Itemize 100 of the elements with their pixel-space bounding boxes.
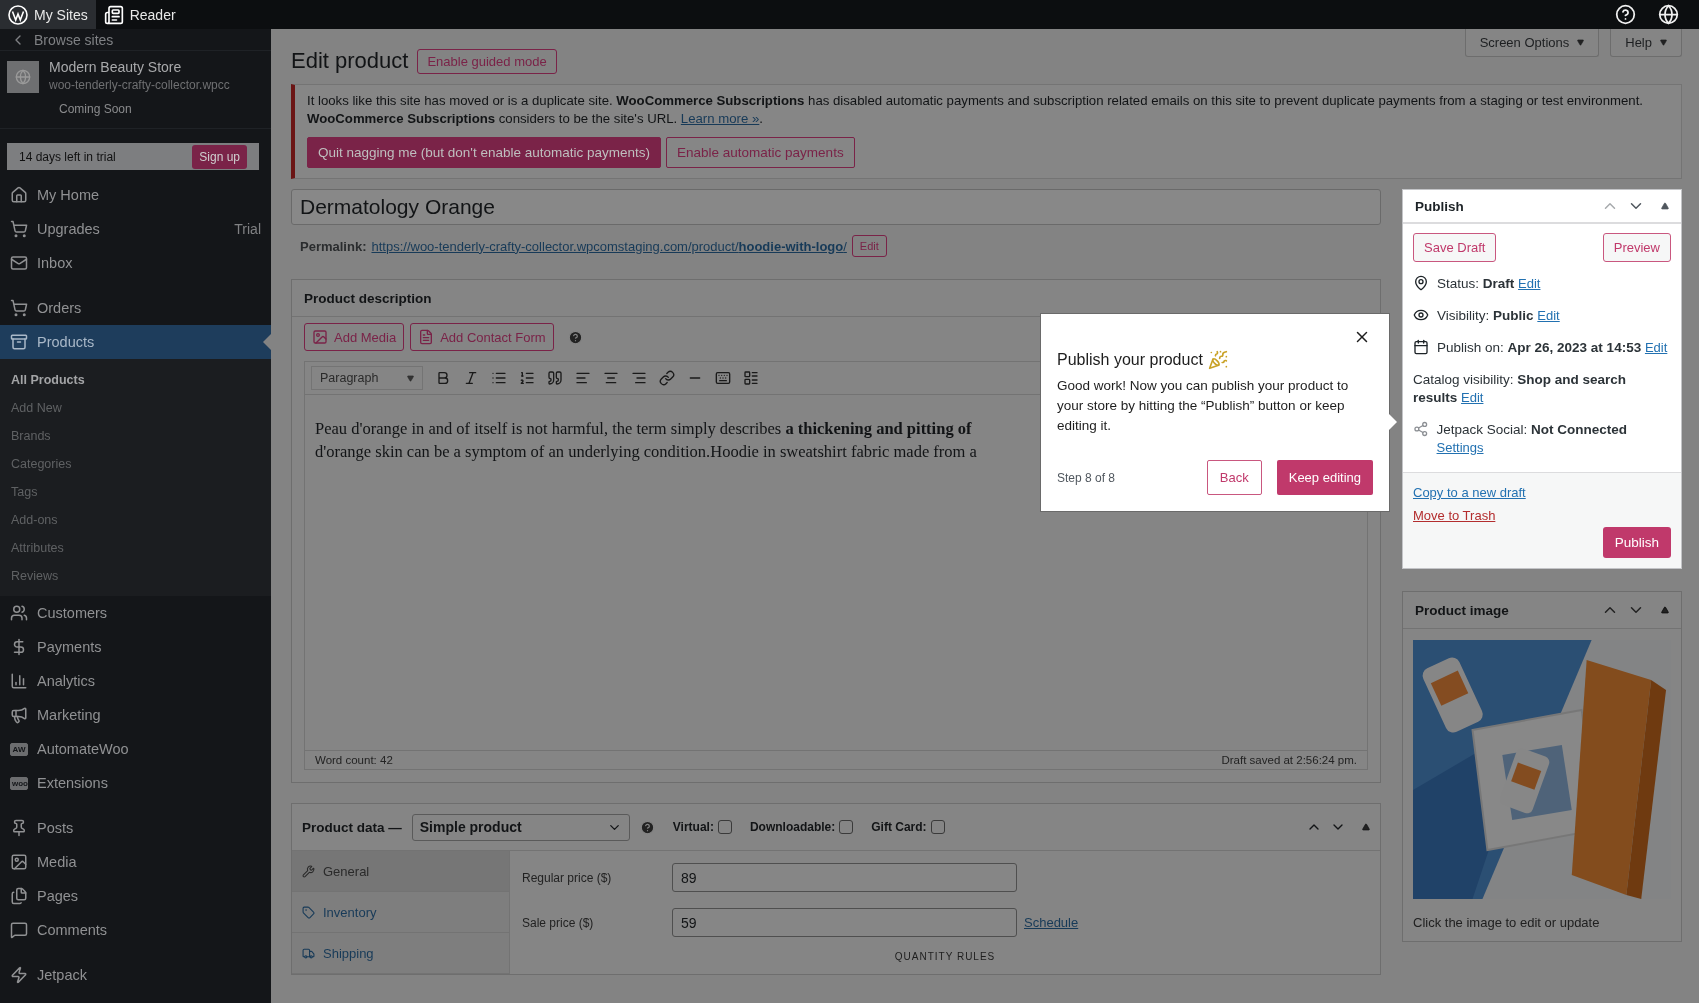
sign-up-button[interactable]: Sign up [192, 144, 247, 169]
menu-item[interactable]: AW AutomateWoo [0, 732, 271, 766]
submenu-item[interactable]: Reviews [0, 562, 271, 590]
submenu-item[interactable]: Add-ons [0, 506, 271, 534]
notice-button[interactable]: Enable automatic payments [666, 137, 855, 168]
wrench-icon [302, 864, 315, 878]
checkbox-label[interactable]: Downloadable: [749, 820, 854, 834]
edit-link[interactable]: Edit [1644, 340, 1668, 355]
submenu-item[interactable]: Add New [0, 394, 271, 422]
edit-link[interactable]: Settings [1436, 440, 1484, 455]
bold-icon[interactable] [435, 370, 451, 386]
product-title-field[interactable]: Dermatology Orange [291, 189, 1381, 225]
field-label: Regular price ($) [522, 870, 613, 885]
product-data-tab[interactable]: General [292, 851, 509, 892]
keep-editing-button[interactable]: Keep editing [1276, 460, 1373, 495]
edit-link[interactable]: Edit [1518, 276, 1541, 291]
menu-item[interactable]: Posts [0, 811, 271, 845]
submenu-item[interactable]: Categories [0, 450, 271, 478]
menu-item[interactable]: Jetpack [0, 958, 271, 992]
learn-more-link[interactable]: Learn more » [680, 111, 760, 126]
screen-options-button[interactable]: Screen Options [1464, 29, 1600, 57]
menu-item[interactable]: Pages [0, 879, 271, 913]
menu-item[interactable]: My Home [0, 178, 271, 212]
site-status: Coming Soon [59, 102, 133, 117]
menu-item[interactable]: Comments [0, 913, 271, 947]
step-counter: Step 8 of 8 [1057, 470, 1116, 485]
edit-link[interactable]: Edit [1461, 390, 1484, 405]
copy-draft-link[interactable]: Copy to a new draft [1413, 485, 1671, 500]
collapse-icon[interactable] [1661, 606, 1669, 614]
site-name[interactable]: Modern Beauty Store [49, 59, 230, 76]
italic-icon[interactable] [463, 370, 479, 386]
help-button[interactable]: Help [1610, 29, 1682, 57]
media-button[interactable]: Add Media [304, 323, 405, 351]
trash-link[interactable]: Move to Trash [1413, 508, 1671, 523]
submenu-item[interactable]: Attributes [0, 534, 271, 562]
menu-item[interactable]: Media [0, 845, 271, 879]
price-field[interactable]: 59 [672, 908, 1017, 937]
newspaper-icon [103, 4, 124, 25]
image-icon [312, 329, 328, 345]
checkbox[interactable] [930, 820, 945, 834]
media-button[interactable]: Add Contact Form [410, 323, 554, 351]
submenu-item[interactable]: All Products [0, 366, 271, 394]
back-button[interactable]: Back [1206, 460, 1262, 495]
permalink-link[interactable]: https://woo-tenderly-crafty-collector.wpcomstaging.com/product/hoodie-with-logo/ [371, 238, 847, 254]
eye-icon [1413, 307, 1429, 323]
menu-item[interactable]: Analytics [0, 664, 271, 698]
collapse-icon[interactable] [1362, 823, 1370, 831]
menu-item[interactable]: Customers [0, 596, 271, 630]
save-draft-button[interactable]: Save Draft [1413, 233, 1497, 262]
price-field[interactable]: 89 [672, 863, 1017, 892]
format-select[interactable]: Paragraph [311, 366, 423, 390]
product-data-tab[interactable]: Shipping [292, 933, 509, 974]
submenu-item[interactable]: Tags [0, 478, 271, 506]
current-item-pointer [263, 334, 271, 350]
menu-item[interactable]: Products [0, 325, 271, 359]
align-left-icon[interactable] [575, 370, 591, 386]
submenu-item[interactable]: Brands [0, 422, 271, 450]
align-center-icon[interactable] [603, 370, 619, 386]
image-icon [10, 853, 28, 871]
globe-icon[interactable] [1658, 4, 1679, 25]
site-url: woo-tenderly-crafty-collector.wpcc [49, 78, 230, 93]
form-icon[interactable] [743, 370, 759, 386]
checkbox[interactable] [839, 820, 854, 834]
envelope-icon [10, 254, 28, 272]
numbered-list-icon[interactable] [519, 370, 535, 386]
collapse-icon[interactable] [1661, 202, 1669, 210]
publish-button[interactable]: Publish [1602, 527, 1671, 558]
menu-item[interactable]: Orders [0, 291, 271, 325]
browse-sites-link[interactable]: Browse sites [0, 29, 271, 52]
bar-chart-icon [10, 672, 28, 690]
checkbox-label[interactable]: Gift Card: [871, 820, 945, 834]
top-bar-item[interactable]: Reader [95, 0, 184, 29]
keyboard-icon[interactable] [715, 370, 731, 386]
menu-item[interactable]: woo Extensions [0, 766, 271, 800]
checkbox-label[interactable]: Virtual: [672, 820, 732, 834]
tour-text: Good work! Now you can publish your product to your store by hitting the “Publish” button or keep editing it. [1057, 377, 1350, 435]
notice-text: It looks like this site has moved or is a duplicate site. WooCommerce Subscriptions has disabled automatic payments and subscription related emails on this site to prevent duplicate payments from a staging or test environment. WooCommerce Subscriptions considers to be the site's URL. Learn more ». [307, 92, 1644, 128]
align-right-icon[interactable] [631, 370, 647, 386]
menu-item[interactable]: Marketing [0, 698, 271, 732]
calendar-icon [1413, 339, 1429, 355]
menu-item[interactable]: Upgrades Trial [0, 212, 271, 246]
bullet-list-icon[interactable] [491, 370, 507, 386]
schedule-link[interactable]: Schedule [1024, 915, 1079, 930]
link-icon[interactable] [659, 370, 675, 386]
preview-button[interactable]: Preview [1602, 233, 1671, 262]
publish-setting: Visibility: Public Edit [1437, 307, 1560, 325]
menu-item[interactable]: Payments [0, 630, 271, 664]
checkbox[interactable] [717, 820, 732, 834]
publish-setting: Publish on: Apr 26, 2023 at 14:53 Edit [1437, 339, 1668, 357]
product-data-tab[interactable]: Inventory [292, 892, 509, 933]
quote-icon[interactable] [547, 370, 563, 386]
caret-icon [1660, 39, 1667, 46]
menu-item[interactable]: Inbox [0, 246, 271, 280]
top-bar-item[interactable]: My Sites [0, 0, 96, 29]
edit-link[interactable]: Edit [1537, 308, 1560, 323]
notice-button[interactable]: Quit nagging me (but don't enable automatic payments) [307, 137, 662, 168]
archive-box-icon [10, 333, 28, 351]
product-type-select[interactable]: Simple product [411, 813, 630, 841]
edit-permalink-button[interactable]: Edit [851, 235, 887, 257]
publish-setting: Catalog visibility: Shop and search results Edit [1413, 371, 1628, 407]
